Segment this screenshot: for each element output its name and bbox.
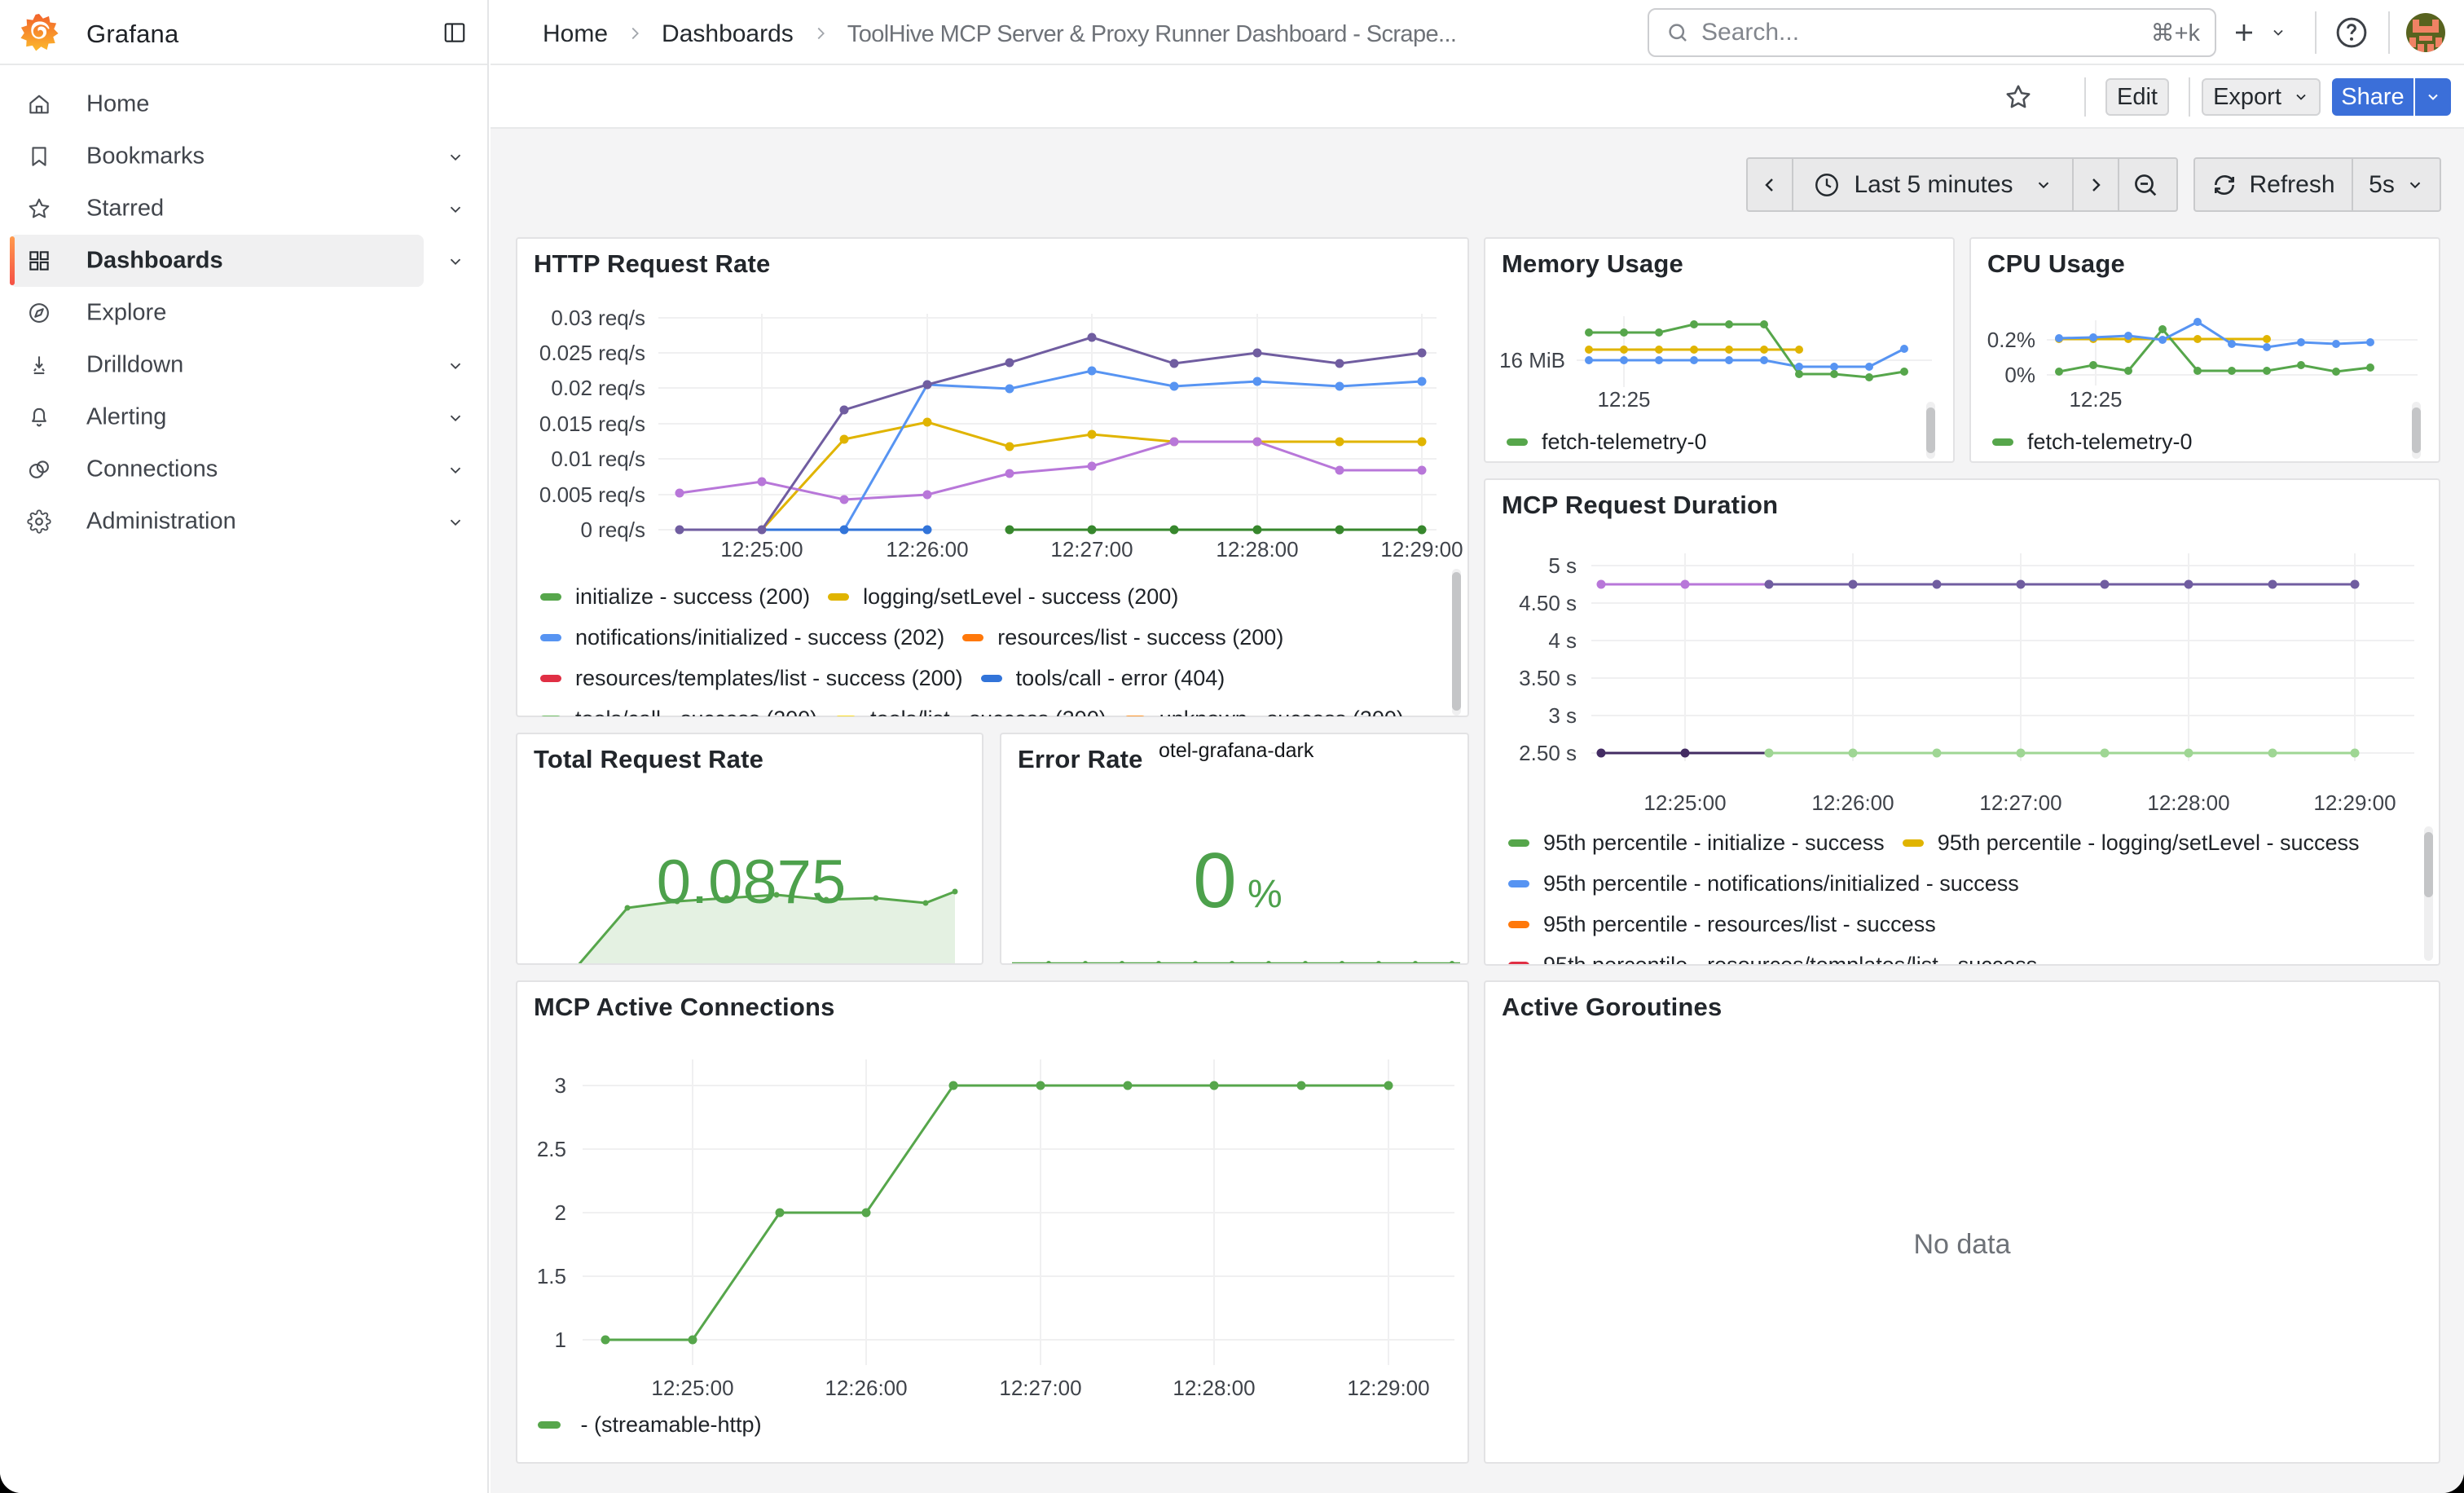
- svg-text:12:25:00: 12:25:00: [651, 1376, 733, 1400]
- svg-text:0.0875: 0.0875: [657, 848, 846, 917]
- svg-text:0 req/s: 0 req/s: [581, 517, 646, 542]
- svg-text:16 MiB: 16 MiB: [1499, 348, 1565, 372]
- svg-text:12:25: 12:25: [2069, 387, 2122, 412]
- svg-text:12:27:00: 12:27:00: [999, 1376, 1081, 1400]
- svg-text:12:26:00: 12:26:00: [1811, 791, 1894, 815]
- svg-text:12:25:00: 12:25:00: [1643, 791, 1726, 815]
- svg-text:2.50 s: 2.50 s: [1519, 741, 1577, 765]
- svg-text:12:29:00: 12:29:00: [2313, 791, 2396, 815]
- svg-text:1.5: 1.5: [537, 1264, 566, 1288]
- svg-text:%: %: [1247, 873, 1283, 916]
- svg-text:3: 3: [555, 1073, 566, 1098]
- svg-text:0.03 req/s: 0.03 req/s: [551, 306, 645, 330]
- svg-text:3 s: 3 s: [1548, 703, 1577, 728]
- svg-text:3.50 s: 3.50 s: [1519, 666, 1577, 690]
- svg-text:0.005 req/s: 0.005 req/s: [539, 482, 645, 507]
- svg-text:0: 0: [1193, 837, 1236, 924]
- svg-text:0.025 req/s: 0.025 req/s: [539, 341, 645, 365]
- svg-text:12:25:00: 12:25:00: [720, 537, 803, 562]
- svg-text:12:27:00: 12:27:00: [1050, 537, 1133, 562]
- svg-text:12:28:00: 12:28:00: [2147, 791, 2229, 815]
- svg-text:12:27:00: 12:27:00: [1979, 791, 2061, 815]
- svg-text:0.01 req/s: 0.01 req/s: [551, 447, 645, 471]
- svg-text:0.02 req/s: 0.02 req/s: [551, 376, 645, 400]
- svg-text:2: 2: [555, 1200, 566, 1225]
- svg-text:12:26:00: 12:26:00: [886, 537, 968, 562]
- svg-text:12:26:00: 12:26:00: [825, 1376, 907, 1400]
- svg-text:12:28:00: 12:28:00: [1173, 1376, 1255, 1400]
- svg-text:0.015 req/s: 0.015 req/s: [539, 412, 645, 436]
- svg-text:0%: 0%: [2004, 363, 2035, 387]
- svg-text:5 s: 5 s: [1548, 553, 1577, 578]
- svg-text:12:25: 12:25: [1597, 387, 1650, 412]
- svg-text:2.5: 2.5: [537, 1137, 566, 1161]
- svg-text:1: 1: [555, 1328, 566, 1352]
- svg-text:12:29:00: 12:29:00: [1380, 537, 1463, 562]
- svg-text:4 s: 4 s: [1548, 628, 1577, 653]
- svg-text:4.50 s: 4.50 s: [1519, 591, 1577, 615]
- svg-text:0.2%: 0.2%: [1987, 328, 2035, 352]
- svg-text:12:29:00: 12:29:00: [1347, 1376, 1429, 1400]
- svg-text:12:28:00: 12:28:00: [1216, 537, 1298, 562]
